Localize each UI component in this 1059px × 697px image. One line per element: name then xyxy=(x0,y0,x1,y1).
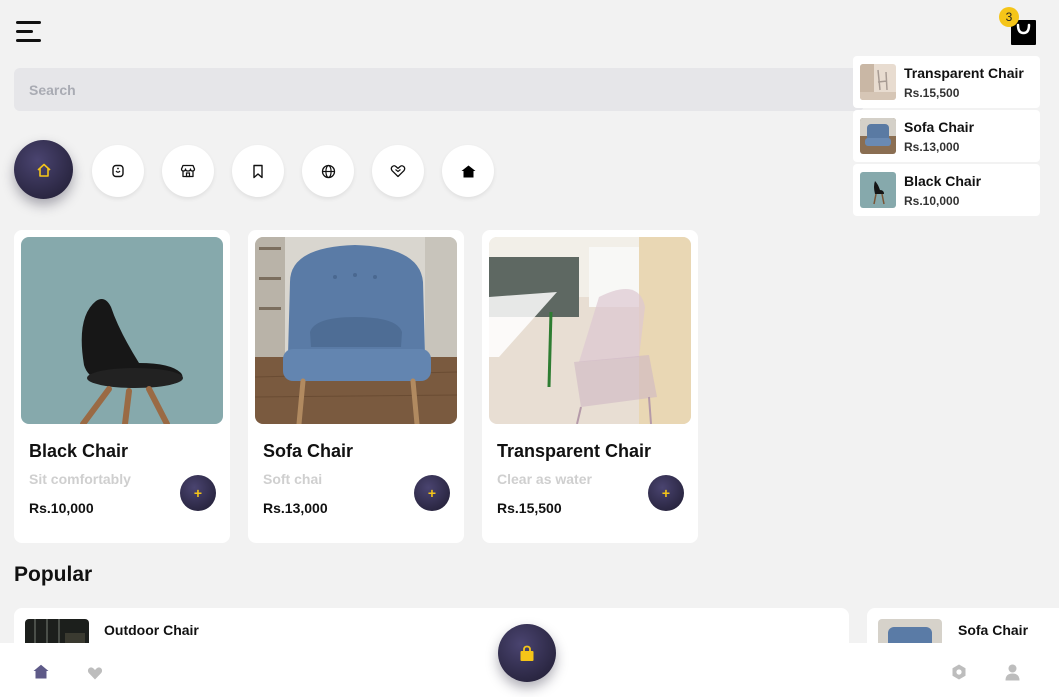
category-store[interactable] xyxy=(162,145,214,197)
store-icon xyxy=(180,164,196,178)
heart-icon xyxy=(87,667,103,680)
cart-item-price: Rs.10,000 xyxy=(904,193,960,208)
nav-settings[interactable] xyxy=(951,664,967,685)
add-to-cart-button[interactable]: + xyxy=(180,475,216,511)
category-tag[interactable] xyxy=(92,145,144,197)
section-title-popular: Popular xyxy=(14,563,93,586)
cart-item-image xyxy=(860,64,896,100)
home-icon xyxy=(36,163,51,177)
cart-item-price: Rs.13,000 xyxy=(904,139,960,154)
category-bookmark[interactable] xyxy=(232,145,284,197)
search-input[interactable] xyxy=(14,68,864,111)
product-price: Rs.15,500 xyxy=(497,500,562,516)
product-image xyxy=(21,237,223,424)
hamburger-menu-icon[interactable] xyxy=(16,19,44,45)
bookmark-icon xyxy=(253,164,263,178)
cart-dropdown: Transparent Chair Rs.15,500 Sofa Chair R… xyxy=(853,56,1040,218)
category-house[interactable] xyxy=(442,145,494,197)
cart-item-name: Black Chair xyxy=(904,172,982,189)
category-home[interactable] xyxy=(14,140,73,199)
product-image xyxy=(489,237,691,424)
popular-item-name: Outdoor Chair xyxy=(104,622,199,638)
home-icon xyxy=(33,664,49,679)
shopping-bag-icon xyxy=(520,645,534,661)
cart-item-price: Rs.15,500 xyxy=(904,85,960,100)
product-subtitle: Soft chai xyxy=(263,471,323,487)
cart-item[interactable]: Sofa Chair Rs.13,000 xyxy=(853,110,1040,162)
user-icon xyxy=(1005,664,1020,681)
nav-profile[interactable] xyxy=(1005,664,1020,686)
nav-favorites[interactable] xyxy=(87,666,103,685)
cart-item-name: Transparent Chair xyxy=(904,64,1024,81)
cart-count-badge: 3 xyxy=(999,7,1019,27)
cart-item-name: Sofa Chair xyxy=(904,118,975,135)
cart-item-image xyxy=(860,172,896,208)
cart-button[interactable]: 3 xyxy=(999,7,1037,46)
product-card[interactable]: Black Chair Sit comfortably Rs.10,000 + xyxy=(14,230,230,543)
cart-item[interactable]: Black Chair Rs.10,000 xyxy=(853,164,1040,216)
category-globe[interactable] xyxy=(302,145,354,197)
house-filled-icon xyxy=(461,165,475,177)
cart-item[interactable]: Transparent Chair Rs.15,500 xyxy=(853,56,1040,108)
product-subtitle: Sit comfortably xyxy=(29,471,131,487)
popular-item-name: Sofa Chair xyxy=(958,622,1029,638)
product-price: Rs.10,000 xyxy=(29,500,94,516)
product-card[interactable]: Sofa Chair Soft chai Rs.13,000 + xyxy=(248,230,464,543)
settings-icon xyxy=(952,664,966,680)
add-to-cart-button[interactable]: + xyxy=(648,475,684,511)
product-title: Sofa Chair xyxy=(263,441,354,461)
product-title: Black Chair xyxy=(29,441,129,461)
product-subtitle: Clear as water xyxy=(497,471,592,487)
cart-fab-button[interactable] xyxy=(498,624,556,682)
smart-tag-icon xyxy=(112,164,124,178)
product-price: Rs.13,000 xyxy=(263,500,328,516)
product-title: Transparent Chair xyxy=(497,441,652,461)
cart-item-image xyxy=(860,118,896,154)
product-image xyxy=(255,237,457,424)
nav-home[interactable] xyxy=(33,664,49,684)
globe-icon xyxy=(321,164,335,178)
category-favorites[interactable] xyxy=(372,145,424,197)
add-to-cart-button[interactable]: + xyxy=(414,475,450,511)
product-card[interactable]: Transparent Chair Clear as water Rs.15,5… xyxy=(482,230,698,543)
heart-handshake-icon xyxy=(390,165,406,178)
